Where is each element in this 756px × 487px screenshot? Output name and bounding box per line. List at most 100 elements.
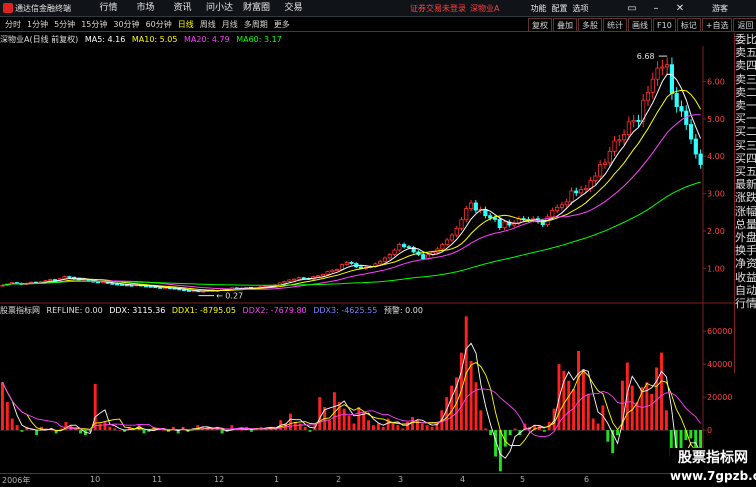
x-axis-label: 12	[214, 475, 225, 484]
menu-item-markets[interactable]: 市场	[127, 0, 164, 17]
candle	[402, 244, 407, 248]
candle	[95, 281, 101, 284]
sub-y-tick-label: 20000	[707, 393, 732, 402]
candle	[583, 187, 588, 190]
side-label-13[interactable]: 涨幅	[735, 205, 756, 218]
side-label-2[interactable]: 卖四	[735, 59, 756, 72]
ddx-bar	[318, 397, 322, 431]
side-label-15[interactable]: 外盘	[735, 231, 756, 244]
side-label-3[interactable]: 卖三	[735, 73, 756, 86]
ma10-line	[2, 89, 702, 291]
y-tick-label: 3.00	[707, 190, 725, 199]
quote-side-panel: 委比 卖五 卖四 卖三 卖二 卖一 买一 买二 买三 买四 买五 最新 涨跌 涨幅 总量 外盘 换手 净资 收益 自动…	[734, 33, 756, 373]
ddx-bar	[596, 423, 600, 431]
tool-overlay[interactable]: 叠加	[553, 18, 577, 32]
ddx-bar	[396, 425, 400, 431]
side-label-18[interactable]: 收益	[735, 271, 756, 284]
side-label-16[interactable]: 换手	[735, 244, 756, 257]
side-label-8[interactable]: 买三	[735, 139, 756, 152]
ddx-bar	[98, 423, 102, 431]
minimize-icon[interactable]: –	[644, 0, 668, 17]
restore-icon[interactable]: ▭	[620, 0, 644, 17]
login-status[interactable]: 证券交易未登录	[410, 0, 466, 17]
period-tab-0[interactable]: 分时	[2, 17, 24, 32]
side-label-6[interactable]: 买一	[735, 112, 756, 125]
ddx-bar	[411, 416, 414, 431]
period-tab-6[interactable]: 日线	[175, 17, 197, 32]
period-tab-8[interactable]: 月线	[219, 17, 241, 32]
period-tab-1[interactable]: 1分钟	[24, 17, 51, 32]
menu-item-options[interactable]: 选项	[570, 0, 591, 17]
candle	[598, 164, 603, 177]
candle	[349, 261, 354, 264]
candle	[473, 202, 478, 211]
ma60-value: MA60: 3.17	[236, 35, 282, 44]
side-label-4[interactable]: 卖二	[735, 86, 756, 99]
side-label-17[interactable]: 净资	[735, 257, 756, 270]
candle	[162, 287, 168, 290]
y-tick-label: 5.00	[707, 115, 725, 124]
period-tab-5[interactable]: 60分钟	[143, 17, 175, 32]
candle	[440, 244, 445, 250]
tool-back[interactable]: 返回	[733, 18, 756, 32]
close-icon[interactable]: ✕	[668, 0, 692, 17]
candle	[636, 119, 641, 122]
side-label-9[interactable]: 买四	[735, 152, 756, 165]
tool-f10[interactable]: F10	[653, 18, 676, 32]
ma20-value: MA20: 4.79	[184, 35, 230, 44]
ddx-bar	[79, 430, 83, 434]
candle	[468, 202, 474, 209]
period-tab-4[interactable]: 30分钟	[110, 17, 142, 32]
side-label-20[interactable]: 行情	[735, 297, 756, 310]
window-controls: ▭ – ✕	[620, 0, 692, 17]
period-tab-3[interactable]: 15分钟	[78, 17, 110, 32]
tool-adjust[interactable]: 复权	[528, 18, 552, 32]
side-label-12[interactable]: 涨跌	[735, 191, 756, 204]
ddx-bar	[49, 430, 53, 431]
y-tick-label: 6.00	[707, 78, 725, 87]
tool-add-watchlist[interactable]: +自选	[701, 18, 733, 32]
period-tab-10[interactable]: 更多	[271, 17, 293, 32]
y-tick-label: 4.00	[707, 152, 725, 161]
ddx-bar	[591, 418, 595, 431]
menu-item-wealth[interactable]: 财富圈	[238, 0, 275, 17]
ddx-bar	[20, 430, 24, 432]
ddx-bar	[249, 430, 253, 432]
side-label-7[interactable]: 买二	[735, 125, 756, 138]
side-label-19[interactable]: 自动	[735, 284, 756, 297]
candle	[617, 139, 622, 142]
candle	[67, 276, 72, 278]
main-menu: 行情 市场 资讯 问小达 财富圈 交易	[90, 0, 312, 17]
tool-mark[interactable]: 标记	[676, 18, 701, 32]
side-label-10[interactable]: 买五	[735, 165, 756, 178]
tool-multi-stock[interactable]: 多股	[578, 18, 602, 32]
menu-item-function[interactable]: 功能	[528, 0, 549, 17]
ddx-bar	[118, 430, 122, 431]
side-label-1[interactable]: 卖五	[735, 46, 756, 59]
side-label-14[interactable]: 总量	[735, 218, 756, 231]
side-label-5[interactable]: 卖一	[735, 99, 756, 112]
y-tick-label: 2.00	[707, 227, 725, 236]
ddx-bar	[376, 423, 380, 431]
ddx-bar	[567, 380, 571, 431]
menu-item-market[interactable]: 行情	[90, 0, 127, 17]
tool-draw[interactable]: 画线	[628, 18, 652, 32]
menu-item-news[interactable]: 资讯	[164, 0, 201, 17]
menu-item-trade[interactable]: 交易	[275, 0, 312, 17]
menu-item-config[interactable]: 配置	[549, 0, 570, 17]
candle	[296, 277, 301, 280]
side-label-11[interactable]: 最新	[735, 178, 756, 191]
period-tab-9[interactable]: 多周期	[241, 17, 271, 32]
candle	[626, 121, 631, 135]
candle	[497, 219, 502, 229]
candle	[660, 66, 665, 69]
guest-label[interactable]: 游客	[712, 0, 728, 17]
tool-stats[interactable]: 统计	[603, 18, 627, 32]
period-tab-7[interactable]: 周线	[197, 17, 219, 32]
ddx-bar	[367, 420, 371, 431]
period-tab-2[interactable]: 5分钟	[51, 17, 78, 32]
menu-item-ask[interactable]: 问小达	[201, 0, 238, 17]
ddx-ma6-line	[1, 361, 701, 454]
side-label-0[interactable]: 委比	[735, 33, 756, 46]
chart-area[interactable]: 1.00 2.00 3.00 4.00 5.00 6.00 6.68 ← 0.27 60000 4…	[0, 46, 734, 473]
